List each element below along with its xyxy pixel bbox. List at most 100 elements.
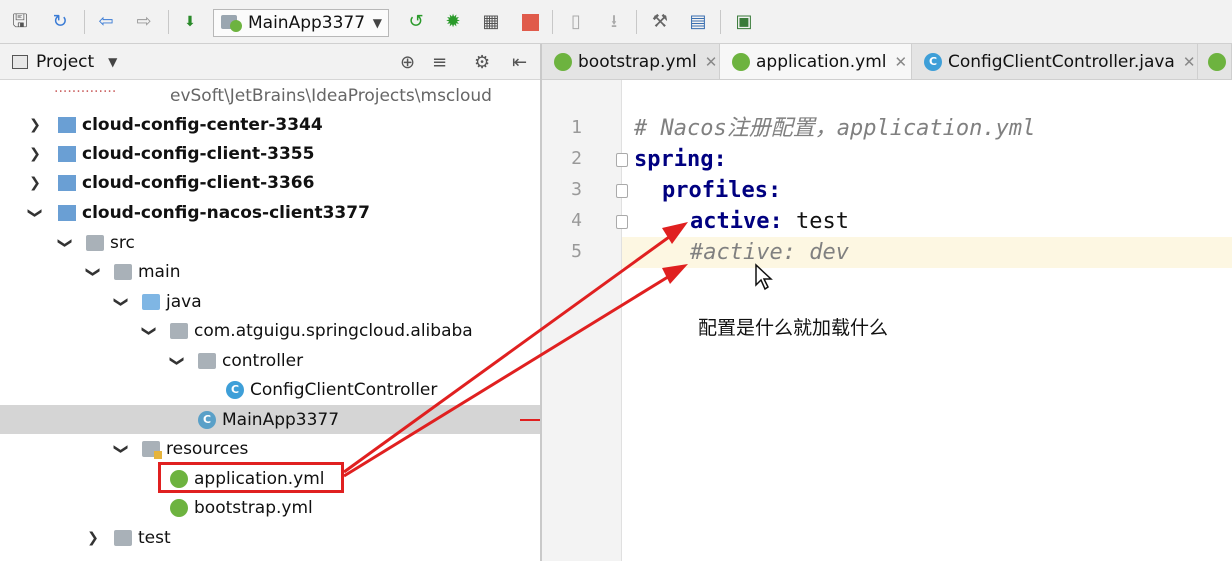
code-editor[interactable]: 1 2 3 4 5 # Nacos注册配置，application.yml sp…	[542, 80, 1232, 561]
build-icon[interactable]: ⬇	[178, 10, 202, 34]
tab-configclientcontroller-java[interactable]: C ConfigClientController.java ✕	[912, 44, 1198, 79]
tree-item-folder[interactable]: ❯ src	[0, 228, 540, 257]
tree-item-label: src	[110, 232, 135, 253]
tree-item-label: java	[166, 291, 202, 312]
project-panel-title[interactable]: Project	[36, 52, 94, 72]
java-class-icon: C	[924, 52, 942, 71]
project-structure-icon[interactable]: ▤	[686, 10, 710, 34]
rerun-icon[interactable]: ↺	[404, 10, 428, 34]
tree-item-folder[interactable]: ❯ java	[0, 287, 540, 316]
gear-icon[interactable]: ⚙	[474, 52, 490, 73]
tree-item-label: test	[138, 527, 171, 548]
chevron-right-icon[interactable]: ❯	[28, 175, 42, 191]
annotation-highlight-box	[158, 462, 344, 493]
tree-item-class[interactable]: C ConfigClientController	[0, 375, 540, 404]
tree-item-label: com.atguigu.springcloud.alibaba	[194, 320, 473, 341]
resources-folder-icon	[142, 440, 162, 459]
fold-marker-icon[interactable]	[616, 153, 628, 167]
red-marker	[520, 419, 540, 421]
tree-item-folder[interactable]: ❯ main	[0, 257, 540, 286]
tree-item-label: resources	[166, 438, 249, 459]
tree-item-package[interactable]: ❯ controller	[0, 346, 540, 375]
run-configuration-selector[interactable]: MainApp3377 ▼	[213, 9, 389, 37]
chevron-down-icon[interactable]: ❯	[85, 265, 101, 279]
settings-wrench-icon[interactable]: ⚒	[648, 10, 672, 34]
spring-icon	[732, 52, 750, 71]
tree-item-label: bootstrap.yml	[194, 497, 313, 518]
forward-arrow-icon[interactable]: ⇨	[132, 10, 156, 34]
toolbar-separator	[636, 10, 637, 34]
package-icon	[170, 322, 188, 339]
tab-label: ConfigClientController.java	[948, 51, 1175, 72]
package-icon	[198, 352, 216, 369]
debug-bug-icon[interactable]: ✹	[441, 10, 465, 34]
module-folder-icon	[58, 174, 76, 191]
coverage-icon[interactable]: ▦	[479, 10, 503, 34]
chevron-right-icon[interactable]: ❯	[28, 146, 42, 162]
tree-path-row: .............. evSoft\JetBrains\IdeaProj…	[0, 80, 540, 110]
chevron-down-icon[interactable]: ❯	[113, 295, 129, 309]
mouse-cursor-icon	[755, 263, 773, 291]
yaml-key: spring	[634, 147, 714, 172]
code-line-3: profiles:	[662, 178, 782, 203]
tree-item-label: MainApp3377	[222, 409, 340, 430]
chevron-down-icon[interactable]: ❯	[141, 324, 157, 338]
tree-item-folder[interactable]: ❯ resources	[0, 434, 540, 463]
spring-boot-app-icon: C	[198, 410, 216, 429]
back-arrow-icon[interactable]: ⇦	[94, 10, 118, 34]
chevron-down-icon[interactable]: ❯	[27, 206, 43, 220]
tree-item-label: ConfigClientController	[250, 379, 438, 400]
code-line-4: active: test	[690, 209, 849, 234]
attach-debugger-icon[interactable]: ▯	[564, 10, 588, 34]
java-class-icon: C	[226, 380, 244, 399]
tab-label: bootstrap.yml	[578, 51, 697, 72]
tree-item-module[interactable]: ❯ cloud-config-client-3355	[0, 139, 540, 168]
source-folder-icon	[142, 293, 160, 310]
spring-icon	[554, 52, 572, 71]
run-config-label: MainApp3377	[248, 13, 366, 33]
chevron-down-icon[interactable]: ▼	[108, 55, 117, 69]
tree-item-module[interactable]: ❯ cloud-config-center-3344	[0, 110, 540, 139]
module-folder-icon	[58, 116, 76, 133]
close-icon[interactable]: ✕	[705, 53, 718, 71]
fold-marker-icon[interactable]	[616, 184, 628, 198]
line-number: 4	[571, 210, 582, 231]
tree-item-module[interactable]: ❯ cloud-config-nacos-client3377	[0, 198, 540, 227]
sdk-manager-icon[interactable]: ▣	[732, 10, 756, 34]
chevron-right-icon[interactable]: ❯	[28, 117, 42, 133]
tree-item-package[interactable]: ❯ com.atguigu.springcloud.alibaba	[0, 316, 540, 345]
tree-item-folder[interactable]: ❯ test	[0, 523, 540, 552]
chevron-down-icon: ▼	[372, 16, 382, 30]
toolbar-separator	[168, 10, 169, 34]
save-icon[interactable]: 🖫	[8, 10, 32, 34]
sync-icon[interactable]: ↻	[48, 10, 72, 34]
locate-target-icon[interactable]: ⊕	[400, 52, 415, 73]
line-number: 5	[571, 241, 582, 262]
tree-item-class-selected[interactable]: C MainApp3377	[0, 405, 540, 434]
line-number: 1	[571, 117, 582, 138]
close-icon[interactable]: ✕	[1183, 53, 1196, 71]
tree-item-label: cloud-config-client-3355	[82, 143, 315, 164]
chevron-down-icon[interactable]: ❯	[169, 354, 185, 368]
hide-panel-icon[interactable]: ⇤	[512, 52, 527, 73]
tree-item-label: controller	[222, 350, 304, 371]
tab-bootstrap-yml[interactable]: bootstrap.yml ✕	[542, 44, 720, 79]
tree-item-module[interactable]: ❯ cloud-config-client-3366	[0, 168, 540, 197]
tab-application-yml[interactable]: application.yml ✕	[720, 44, 912, 79]
tree-item-label: main	[138, 261, 181, 282]
truncated-dots: ..............	[54, 80, 117, 96]
close-icon[interactable]: ✕	[895, 53, 908, 71]
chevron-right-icon[interactable]: ❯	[86, 530, 100, 546]
collapse-all-icon[interactable]: ≡	[432, 52, 447, 73]
chevron-down-icon[interactable]: ❯	[57, 236, 73, 250]
folder-icon	[114, 529, 132, 546]
fold-marker-icon[interactable]	[616, 215, 628, 229]
editor-gutter: 1 2 3 4 5	[542, 80, 628, 561]
stop-icon[interactable]	[518, 10, 542, 34]
tree-item-file[interactable]: bootstrap.yml	[0, 493, 540, 522]
tab-overflow[interactable]	[1198, 44, 1232, 79]
chevron-down-icon[interactable]: ❯	[113, 442, 129, 456]
yaml-key: active	[690, 209, 770, 234]
module-folder-icon	[58, 204, 76, 221]
deploy-icon[interactable]: ⭳	[602, 10, 626, 34]
